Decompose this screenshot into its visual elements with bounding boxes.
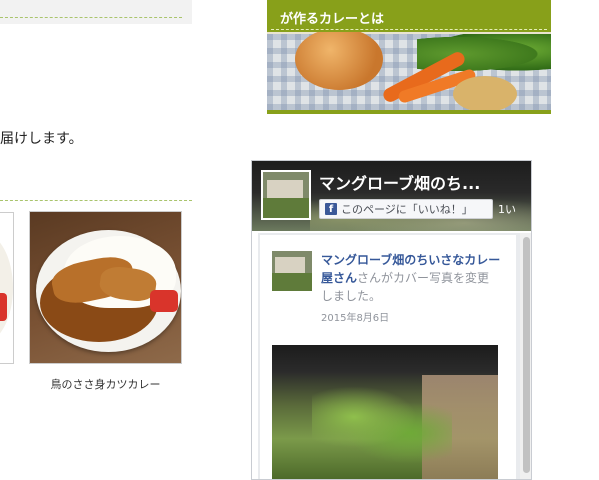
page-name-link[interactable]: マングローブ畑のち...	[319, 170, 480, 194]
page-avatar[interactable]	[261, 170, 311, 220]
curry-banner[interactable]: が作るカレーとは	[267, 0, 551, 114]
post-photo[interactable]	[272, 345, 498, 479]
like-count: 1い	[498, 203, 516, 216]
feed-scrollbar-thumb[interactable]	[523, 237, 530, 473]
post-date[interactable]: 2015年8月6日	[321, 309, 389, 324]
facebook-page-widget: マングローブ畑のち... f このページに「いいね！」 1い マングローブ畑のち…	[251, 160, 532, 480]
post-text: マングローブ畑のちいさなカレー屋さんさんがカバー写真を変更しました。	[321, 251, 501, 305]
post-author-avatar[interactable]	[272, 251, 312, 291]
curry-caption[interactable]: 鳥のささ身カツカレー	[29, 376, 182, 392]
top-content-strip	[0, 0, 192, 24]
dashed-divider	[0, 17, 182, 18]
dashed-divider	[0, 200, 192, 201]
curry-thumbnail[interactable]	[29, 211, 182, 364]
intro-text: 届けします。	[0, 131, 83, 147]
curry-thumbnail[interactable]	[0, 212, 14, 364]
timeline-post: マングローブ畑のちいさなカレー屋さんさんがカバー写真を変更しました。 2015年…	[260, 235, 516, 479]
banner-title: が作るカレーとは	[280, 12, 385, 27]
like-page-button[interactable]: f このページに「いいね！」	[319, 199, 493, 219]
facebook-icon: f	[325, 203, 337, 215]
timeline-feed[interactable]: マングローブ畑のちいさなカレー屋さんさんがカバー写真を変更しました。 2015年…	[258, 233, 520, 479]
like-label: このページに「いいね！」	[341, 203, 473, 216]
